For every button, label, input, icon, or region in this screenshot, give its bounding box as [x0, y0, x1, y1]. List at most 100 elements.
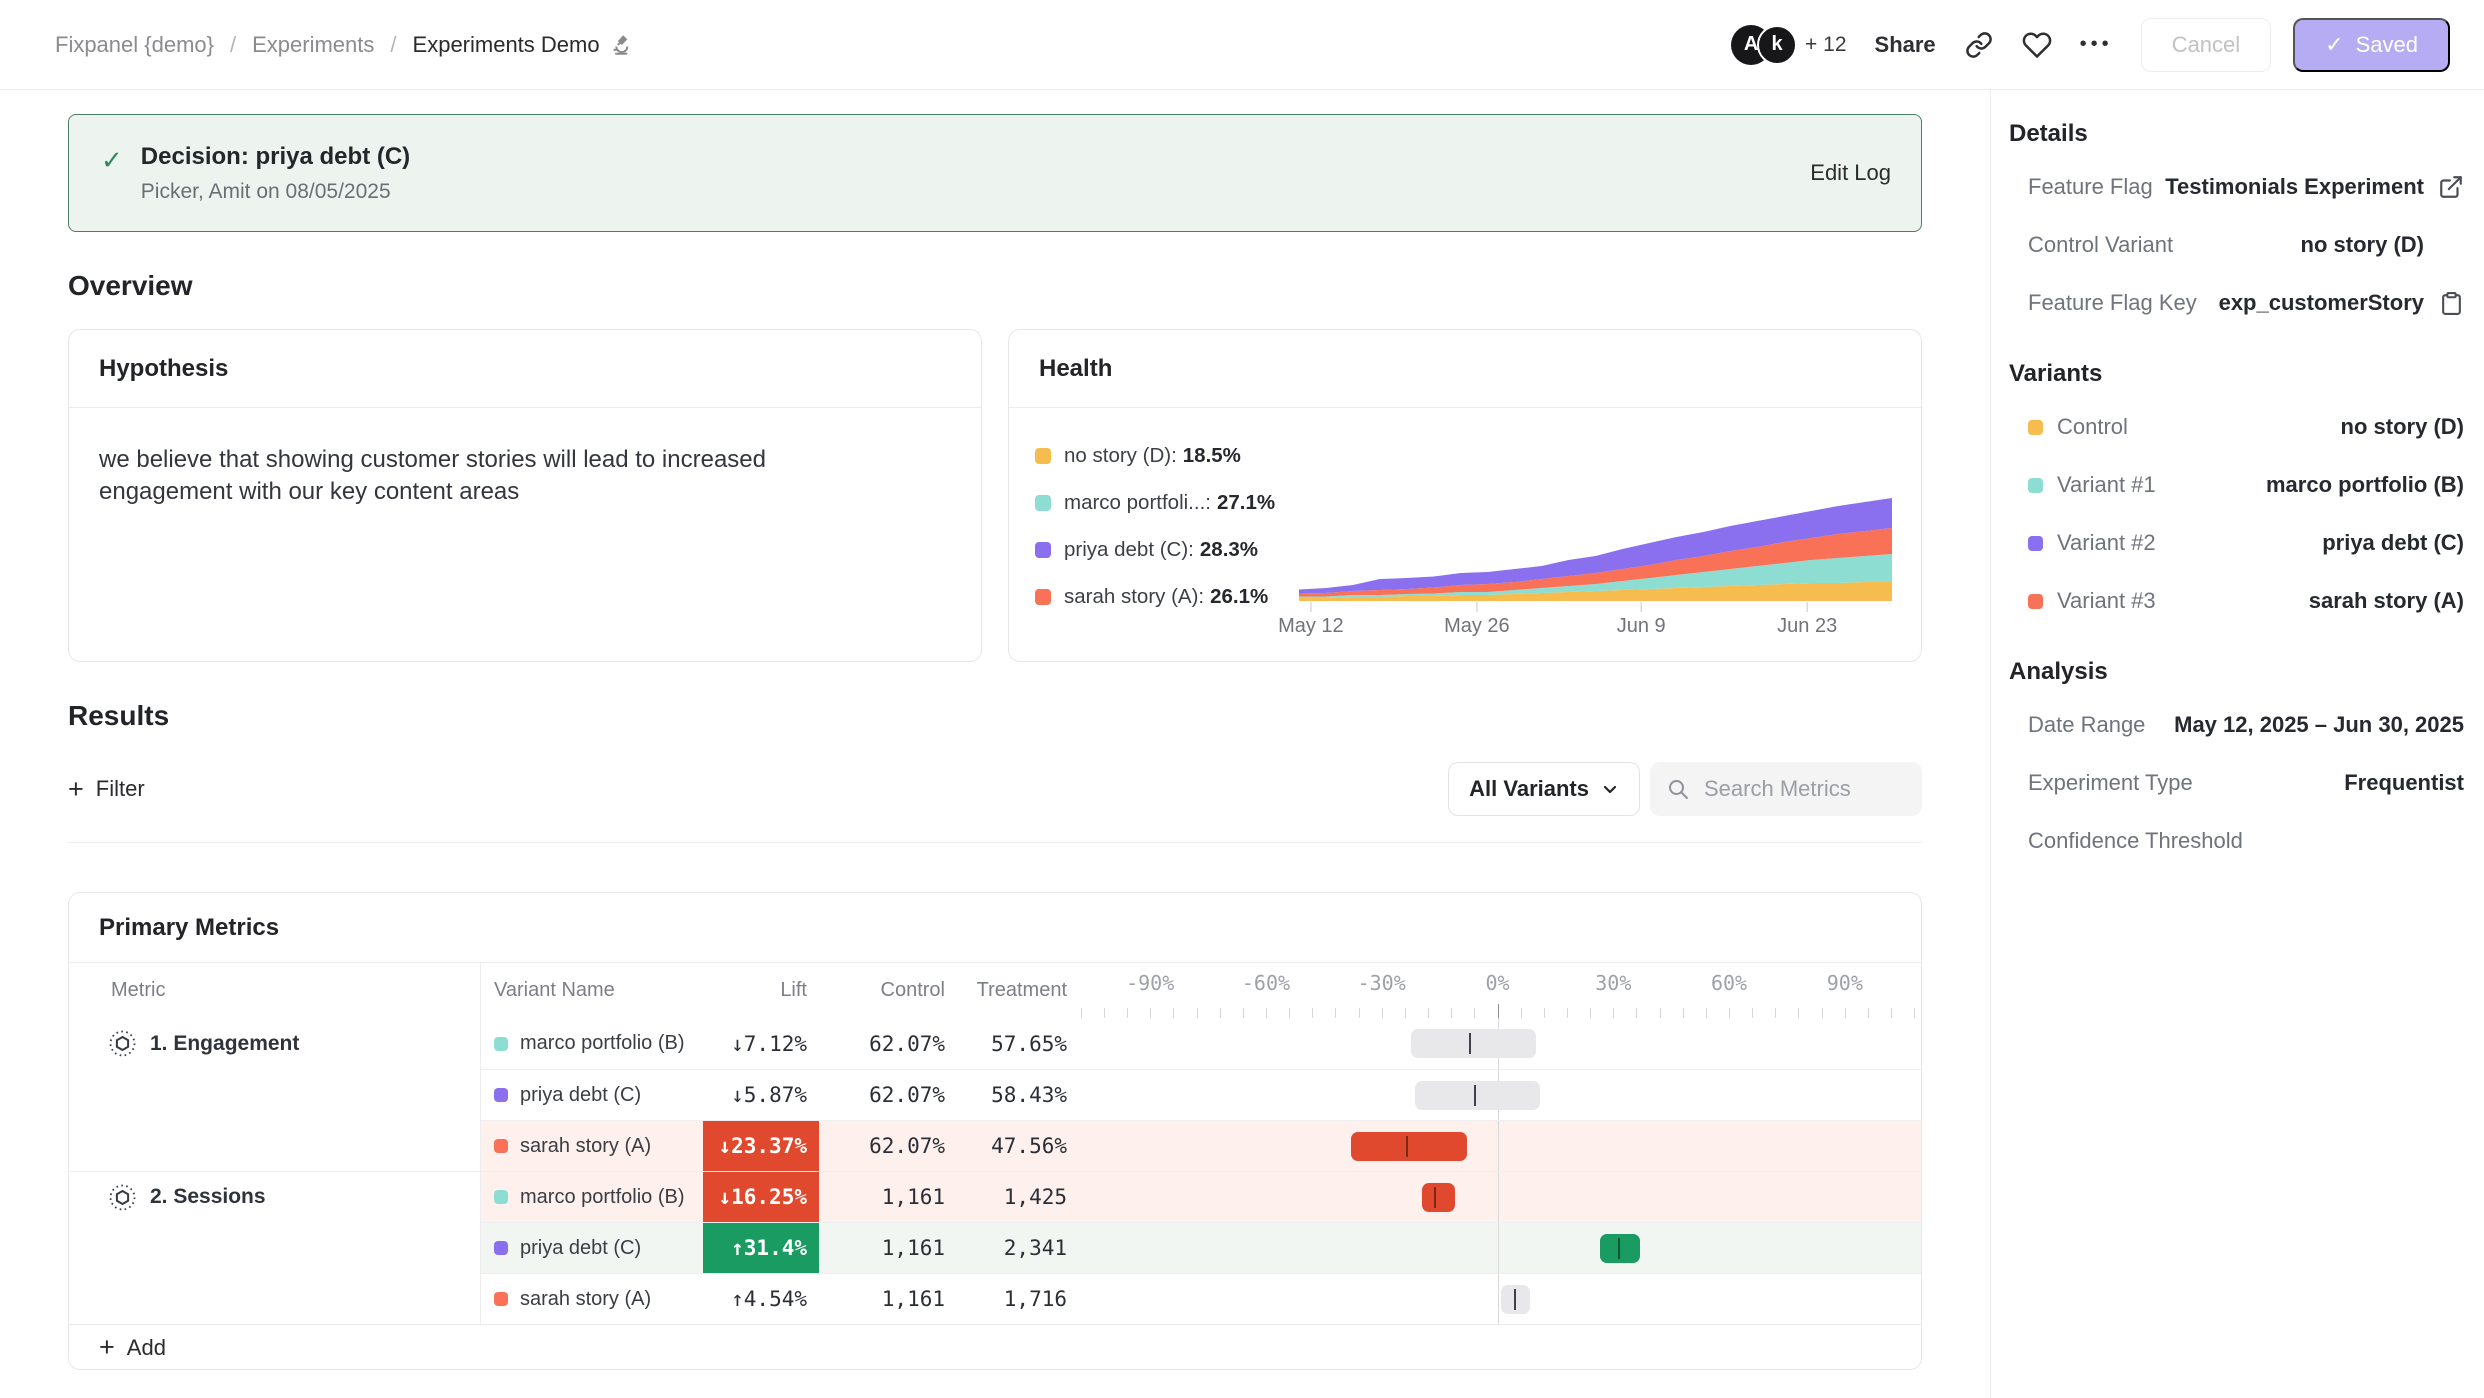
- axis-tick-label: 30%: [1595, 971, 1631, 995]
- variant-name: priya debt (C): [520, 1237, 641, 1260]
- breadcrumb-experiments[interactable]: Experiments: [252, 32, 374, 58]
- search-icon: [1666, 777, 1690, 801]
- legend-swatch: [1035, 589, 1051, 605]
- metric-variant-row[interactable]: 2. Sessions marco portfolio (B) ↓16.25% …: [69, 1171, 1921, 1222]
- variant-color-chip: [494, 1088, 508, 1102]
- variant-color-chip: [2028, 420, 2043, 435]
- metric-variant-row[interactable]: sarah story (A) ↑4.54% 1,161 1,716: [69, 1273, 1921, 1324]
- ci-axis-header: -90%-60%-30%0%30%60%90%: [1073, 963, 1922, 1018]
- treatment-value: 2,341: [951, 1222, 1073, 1273]
- experiments-page: Fixpanel {demo} / Experiments / Experime…: [0, 0, 2484, 1398]
- edit-log-button[interactable]: Edit Log: [1810, 160, 1891, 186]
- treatment-value: 57.65%: [951, 1018, 1073, 1069]
- top-actions: A k + 12 Share ••• Cancel ✓ Saved: [1731, 18, 2450, 72]
- overview-heading: Overview: [68, 270, 1922, 302]
- external-link-icon[interactable]: [2424, 174, 2464, 200]
- metric-goal-icon: [109, 1030, 136, 1057]
- legend-swatch: [1035, 448, 1051, 464]
- check-icon: ✓: [2325, 32, 2343, 58]
- avatar-group[interactable]: A k + 12: [1731, 25, 1846, 65]
- lift-value: ↓5.87%: [703, 1069, 819, 1120]
- treatment-value: 47.56%: [951, 1120, 1073, 1171]
- lift-value: ↑31.4%: [703, 1222, 819, 1273]
- saved-button[interactable]: ✓ Saved: [2293, 18, 2450, 72]
- control-value: 1,161: [819, 1273, 951, 1324]
- hypothesis-title: Hypothesis: [69, 330, 981, 408]
- microscope-icon: [610, 33, 634, 57]
- details-sidebar: Details Feature Flag Testimonials Experi…: [1990, 90, 2484, 1398]
- hypothesis-text: we believe that showing customer stories…: [69, 408, 919, 544]
- metric-variant-row[interactable]: sarah story (A) ↓23.37% 62.07% 47.56%: [69, 1120, 1921, 1171]
- hypothesis-card: Hypothesis we believe that showing custo…: [68, 329, 982, 662]
- variant-name: marco portfolio (B): [520, 1032, 685, 1055]
- control-value: 62.07%: [819, 1018, 951, 1069]
- health-stacked-area-chart: May 12May 26Jun 9Jun 23: [1299, 408, 1921, 662]
- search-metrics-input[interactable]: [1702, 775, 1902, 803]
- col-header-metric: Metric: [69, 963, 481, 1018]
- control-value: 62.07%: [819, 1069, 951, 1120]
- variant-name: priya debt (C): [520, 1084, 641, 1107]
- primary-metrics-card: Primary Metrics Metric Variant Name Lift…: [68, 892, 1922, 1370]
- metric-variant-row[interactable]: priya debt (C) ↓5.87% 62.07% 58.43%: [69, 1069, 1921, 1120]
- axis-tick-label: 0%: [1485, 971, 1509, 995]
- health-card: Health no story (D): 18.5% marco portfol…: [1008, 329, 1922, 662]
- metric-goal-icon: [109, 1184, 136, 1211]
- share-button[interactable]: Share: [1875, 32, 1936, 58]
- cancel-button[interactable]: Cancel: [2141, 18, 2271, 72]
- analysis-row: Experiment Type Frequentist: [2028, 754, 2464, 812]
- metric-variant-row[interactable]: priya debt (C) ↑31.4% 1,161 2,341: [69, 1222, 1921, 1273]
- confidence-interval-bar: [1411, 1029, 1536, 1058]
- breadcrumb-project[interactable]: Fixpanel {demo}: [55, 32, 214, 58]
- search-metrics-box: [1650, 762, 1922, 816]
- col-header-lift: Lift: [703, 963, 819, 1018]
- chevron-down-icon: [1601, 780, 1619, 798]
- variant-row: Variant #1 marco portfolio (B): [2028, 456, 2464, 514]
- variant-color-chip: [494, 1037, 508, 1051]
- lift-value: ↓16.25%: [703, 1171, 819, 1222]
- zero-axis-line: [1498, 1172, 1499, 1222]
- main-content: ✓ Decision: priya debt (C) Picker, Amit …: [0, 90, 1990, 1398]
- details-heading: Details: [2009, 120, 2464, 148]
- legend-swatch: [1035, 495, 1051, 511]
- confidence-interval-bar: [1422, 1183, 1455, 1212]
- top-bar: Fixpanel {demo} / Experiments / Experime…: [0, 0, 2484, 90]
- add-filter-button[interactable]: + Filter: [68, 776, 145, 803]
- variant-color-chip: [494, 1190, 508, 1204]
- x-tick-label: Jun 23: [1777, 615, 1837, 638]
- table-rows: 1. Engagement marco portfolio (B) ↓7.12%…: [69, 1018, 1921, 1324]
- analysis-list: Date Range May 12, 2025 – Jun 30, 2025 E…: [2009, 696, 2464, 870]
- decision-subtitle: Picker, Amit on 08/05/2025: [141, 180, 410, 204]
- more-options-icon[interactable]: •••: [2080, 33, 2113, 56]
- favorite-heart-icon[interactable]: [2022, 30, 2052, 60]
- clipboard-copy-icon[interactable]: [2424, 291, 2464, 316]
- x-tick-label: Jun 9: [1617, 615, 1666, 638]
- col-header-treatment: Treatment: [951, 963, 1073, 1018]
- add-metric-button[interactable]: + Add: [69, 1324, 1921, 1370]
- legend-item: priya debt (C): 28.3%: [1035, 538, 1299, 562]
- table-header: Metric Variant Name Lift Control Treatme…: [69, 963, 1921, 1018]
- confidence-interval-bar: [1415, 1081, 1540, 1110]
- breadcrumb: Fixpanel {demo} / Experiments / Experime…: [55, 32, 634, 58]
- variant-color-chip: [494, 1292, 508, 1306]
- confidence-interval-bar: [1600, 1234, 1640, 1263]
- variants-heading: Variants: [2009, 360, 2464, 388]
- plus-icon: +: [99, 1334, 115, 1361]
- variants-dropdown[interactable]: All Variants: [1448, 762, 1640, 816]
- variant-name: marco portfolio (B): [520, 1186, 685, 1209]
- variant-color-chip: [2028, 478, 2043, 493]
- treatment-value: 1,425: [951, 1171, 1073, 1222]
- zero-axis-line: [1498, 1274, 1499, 1324]
- plus-icon: +: [68, 776, 84, 803]
- metric-variant-row[interactable]: 1. Engagement marco portfolio (B) ↓7.12%…: [69, 1018, 1921, 1069]
- analysis-row: Date Range May 12, 2025 – Jun 30, 2025: [2028, 696, 2464, 754]
- x-tick-label: May 12: [1278, 615, 1344, 638]
- page-title: Experiments Demo: [413, 32, 600, 58]
- copy-link-icon[interactable]: [1964, 30, 1994, 60]
- treatment-value: 58.43%: [951, 1069, 1073, 1120]
- legend-item: no story (D): 18.5%: [1035, 444, 1299, 468]
- confidence-interval-bar: [1351, 1132, 1467, 1161]
- breadcrumb-separator: /: [390, 32, 396, 58]
- detail-row-feature-flag: Feature Flag Testimonials Experiment: [2028, 158, 2464, 216]
- avatar: k: [1757, 25, 1797, 65]
- variants-list: Control no story (D) Variant #1 marco po…: [2009, 398, 2464, 630]
